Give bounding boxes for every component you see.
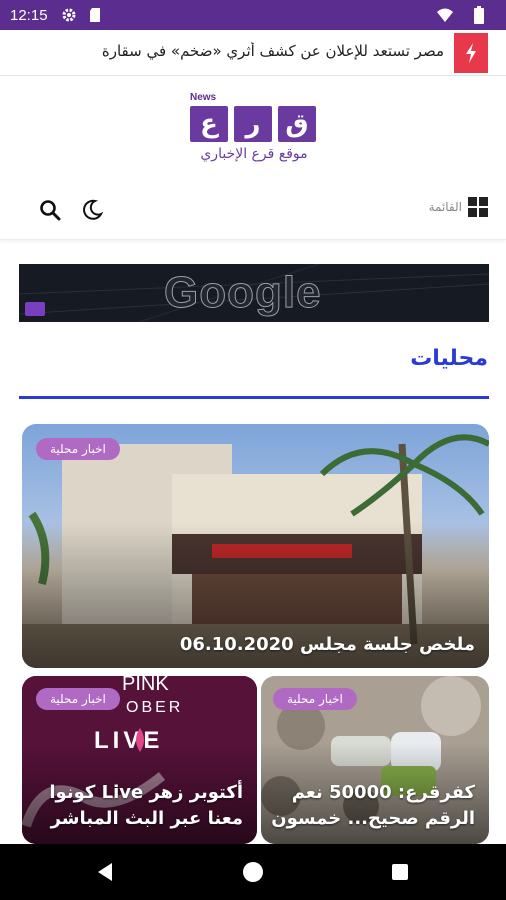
menu-button[interactable]: القائمة [429, 197, 488, 217]
category-tag[interactable]: اخبار محلية [273, 688, 357, 710]
section-title[interactable]: محليات [410, 346, 488, 371]
status-bar: 12:15 [0, 0, 506, 30]
app-screen: 12:15 مصر تستعد للإعلان عن كشف أثري «ضخم… [0, 0, 506, 900]
search-icon[interactable] [38, 198, 62, 222]
article-card[interactable]: اخبار محلية كفرقرع: 50000 نعم الرقم صحيح… [261, 676, 489, 844]
article-title[interactable]: كفرقرع: 50000 نعم الرقم صحيح... خمسون [270, 780, 475, 832]
article-title[interactable]: أكتوبر زهر Live كونوا معنا عبر البث المب… [33, 780, 243, 832]
status-time: 12:15 [10, 6, 48, 24]
system-nav-bar [0, 844, 506, 900]
logo-letter: ق [278, 106, 316, 142]
logo-subtitle: موقع قرع الإخباري [200, 146, 308, 162]
breaking-news-ticker[interactable]: مصر تستعد للإعلان عن كشف أثري «ضخم» في س… [0, 30, 506, 76]
moon-icon[interactable] [80, 198, 104, 222]
banner-badge [25, 302, 45, 316]
flash-icon [454, 33, 488, 73]
banner-brand: Google [164, 268, 322, 318]
article-card-main[interactable]: اخبار محلية ملخص جلسة مجلس 06.10.2020 [22, 424, 489, 668]
ticker-headline[interactable]: مصر تستعد للإعلان عن كشف أثري «ضخم» في س… [24, 42, 444, 60]
logo-news-label: News [190, 92, 217, 103]
image-text: OBER [126, 699, 183, 716]
logo-letter: ع [190, 106, 228, 142]
sd-card-icon [86, 6, 104, 24]
settings-icon [60, 6, 78, 24]
wifi-icon [436, 6, 454, 24]
header-toolbar: القائمة [0, 182, 506, 240]
status-right [436, 6, 496, 24]
category-tag[interactable]: اخبار محلية [36, 688, 120, 710]
article-card[interactable]: PINK OBER LIVE اخبار محلية أكتوبر زهر Li… [22, 676, 257, 844]
grid-menu-icon [468, 197, 488, 217]
battery-icon [470, 6, 488, 24]
ad-banner[interactable]: Google [19, 264, 489, 322]
site-logo[interactable]: News ع ر ق موقع قرع الإخباري [188, 92, 320, 168]
category-tag[interactable]: اخبار محلية [36, 438, 120, 460]
recents-button[interactable] [386, 858, 414, 886]
menu-label: القائمة [428, 200, 462, 214]
image-text: PINK [122, 676, 169, 695]
home-button[interactable] [239, 858, 267, 886]
article-title[interactable]: ملخص جلسة مجلس 06.10.2020 [35, 632, 475, 658]
back-button[interactable] [92, 858, 120, 886]
section-divider [19, 396, 489, 399]
logo-letter: ر [234, 106, 272, 142]
